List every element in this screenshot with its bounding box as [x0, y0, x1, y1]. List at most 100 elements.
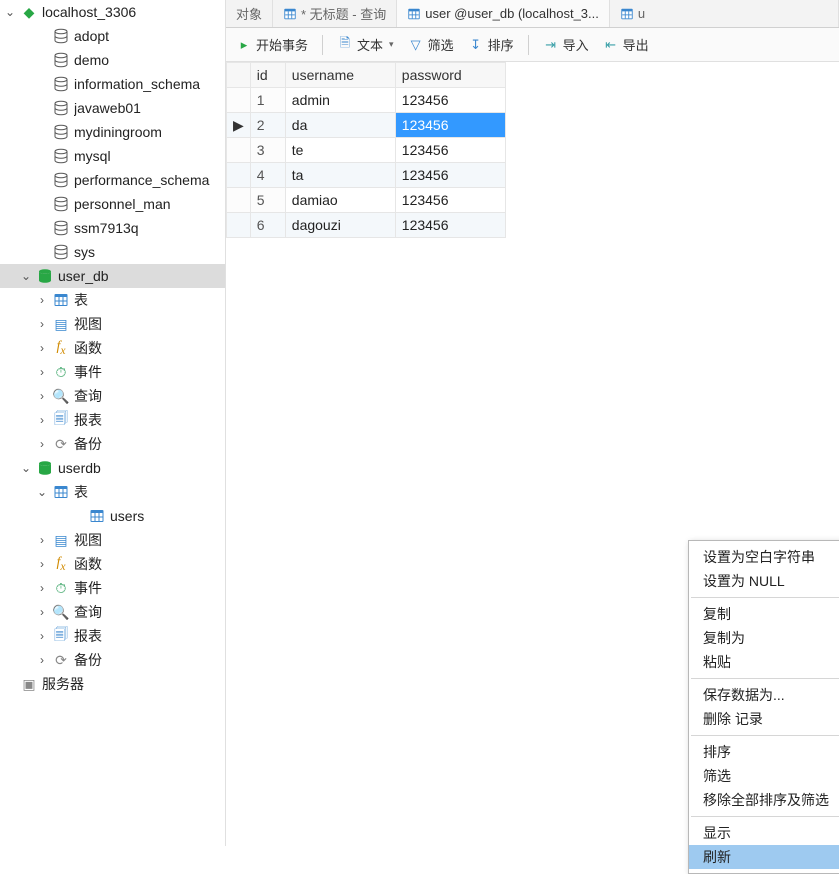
tables-node[interactable]: ⌄ 表 — [0, 480, 225, 504]
db-node[interactable]: › adopt — [0, 24, 225, 48]
db-label: adopt — [74, 28, 225, 44]
db-node-user_db[interactable]: ⌄ user_db — [0, 264, 225, 288]
chevron-right-icon: › — [36, 389, 48, 403]
begin-transaction-button[interactable]: ▸ 开始事务 — [236, 35, 308, 54]
tree-child[interactable]: › 🔍 查询 — [0, 384, 225, 408]
menu-item[interactable]: 移除全部排序及筛选 — [689, 788, 839, 812]
cell-password[interactable]: 123456 — [395, 88, 505, 113]
menu-item-label: 筛选 — [703, 766, 731, 786]
db-node-userdb[interactable]: ⌄ userdb — [0, 456, 225, 480]
db-node[interactable]: › sys — [0, 240, 225, 264]
servers-node[interactable]: › ▣ 服务器 — [0, 672, 225, 696]
menu-item[interactable]: 排序▶ — [689, 740, 839, 764]
cell-id[interactable]: 2 — [250, 113, 285, 138]
node-label: 视图 — [74, 314, 225, 334]
db-node[interactable]: › demo — [0, 48, 225, 72]
cell-username[interactable]: te — [285, 138, 395, 163]
node-label: 查询 — [74, 602, 225, 622]
chevron-right-icon: › — [36, 413, 48, 427]
database-icon — [52, 75, 70, 93]
chevron-right-icon: › — [36, 533, 48, 547]
menu-item[interactable]: 保存数据为... — [689, 683, 839, 707]
cell-id[interactable]: 6 — [250, 213, 285, 238]
db-label: sys — [74, 244, 225, 260]
menu-item[interactable]: 复制 — [689, 602, 839, 626]
menu-item[interactable]: 筛选▶ — [689, 764, 839, 788]
tree-child[interactable]: › ⟳ 备份 — [0, 432, 225, 456]
connection-node[interactable]: ⌄ ◆ localhost_3306 — [0, 0, 225, 24]
table-row[interactable]: 3 te 123456 — [227, 138, 506, 163]
col-password-header[interactable]: password — [395, 63, 505, 88]
db-node[interactable]: › performance_schema — [0, 168, 225, 192]
db-node[interactable]: › mysql — [0, 144, 225, 168]
context-menu[interactable]: 设置为空白字符串设置为 NULL 复制复制为▶粘贴保存数据为...删除 记录排序▶… — [688, 540, 839, 874]
cell-id[interactable]: 4 — [250, 163, 285, 188]
cell-username[interactable]: damiao — [285, 188, 395, 213]
cell-username[interactable]: da — [285, 113, 395, 138]
tree-child[interactable]: › fx 函数 — [0, 336, 225, 360]
tree-child[interactable]: › ▤ 视图 — [0, 528, 225, 552]
filter-button[interactable]: ▽ 筛选 — [408, 35, 454, 54]
tab-user-table[interactable]: user @user_db (localhost_3... — [397, 0, 610, 27]
menu-item[interactable]: 设置为空白字符串 — [689, 545, 839, 569]
chevron-down-icon: ⌄ — [20, 269, 32, 283]
db-node[interactable]: › ssm7913q — [0, 216, 225, 240]
tree-child[interactable]: › 🗐 报表 — [0, 624, 225, 648]
menu-item[interactable]: 粘贴 — [689, 650, 839, 674]
chevron-right-icon: › — [36, 557, 48, 571]
menu-item[interactable]: 复制为▶ — [689, 626, 839, 650]
cell-id[interactable]: 3 — [250, 138, 285, 163]
connection-label: localhost_3306 — [42, 4, 225, 20]
table-row[interactable]: 6 dagouzi 123456 — [227, 213, 506, 238]
table-row[interactable]: ▶ 2 da 123456 — [227, 113, 506, 138]
cell-password[interactable]: 123456 — [395, 113, 505, 138]
db-node[interactable]: › javaweb01 — [0, 96, 225, 120]
cell-password[interactable]: 123456 — [395, 138, 505, 163]
tab-query-untitled[interactable]: * 无标题 - 查询 — [273, 0, 397, 27]
text-dropdown[interactable]: 🗎 文本 — [337, 35, 394, 54]
table-row[interactable]: 5 damiao 123456 — [227, 188, 506, 213]
tab-label: 对象 — [236, 4, 262, 23]
tab-label: * 无标题 - 查询 — [301, 4, 386, 23]
export-button[interactable]: ⇤ 导出 — [603, 35, 649, 54]
menu-item[interactable]: 设置为 NULL — [689, 569, 839, 593]
cell-id[interactable]: 1 — [250, 88, 285, 113]
db-node[interactable]: › personnel_man — [0, 192, 225, 216]
table-group-icon — [52, 483, 70, 501]
cell-password[interactable]: 123456 — [395, 213, 505, 238]
tree-child[interactable]: › ⟳ 备份 — [0, 648, 225, 672]
menu-item-label: 设置为空白字符串 — [703, 547, 815, 567]
db-node[interactable]: › mydiningroom — [0, 120, 225, 144]
table-row[interactable]: 4 ta 123456 — [227, 163, 506, 188]
cell-username[interactable]: dagouzi — [285, 213, 395, 238]
data-grid[interactable]: id username password 1 admin 123456 ▶ 2 … — [226, 62, 506, 238]
menu-item[interactable]: 删除 记录 — [689, 707, 839, 731]
db-node[interactable]: › information_schema — [0, 72, 225, 96]
menu-item-label: 排序 — [703, 742, 731, 762]
tree-child[interactable]: › ▤ 视图 — [0, 312, 225, 336]
table-row[interactable]: 1 admin 123456 — [227, 88, 506, 113]
tree-child[interactable]: › 🔍 查询 — [0, 600, 225, 624]
cell-password[interactable]: 123456 — [395, 163, 505, 188]
menu-item[interactable]: 显示▶ — [689, 821, 839, 845]
menu-item[interactable]: 刷新 — [689, 845, 839, 869]
cell-password[interactable]: 123456 — [395, 188, 505, 213]
tab-objects[interactable]: 对象 — [226, 0, 273, 27]
col-id-header[interactable]: id — [250, 63, 285, 88]
cell-id[interactable]: 5 — [250, 188, 285, 213]
sort-button[interactable]: ↧ 排序 — [468, 35, 514, 54]
database-icon — [52, 195, 70, 213]
db-label: mysql — [74, 148, 225, 164]
btn-label: 筛选 — [428, 35, 454, 54]
tab-overflow[interactable]: u — [610, 0, 839, 27]
tree-child[interactable]: › fx 函数 — [0, 552, 225, 576]
col-username-header[interactable]: username — [285, 63, 395, 88]
table-item-users[interactable]: › users — [0, 504, 225, 528]
tree-child[interactable]: › ⏱ 事件 — [0, 360, 225, 384]
tree-child[interactable]: › 🗐 报表 — [0, 408, 225, 432]
cell-username[interactable]: ta — [285, 163, 395, 188]
cell-username[interactable]: admin — [285, 88, 395, 113]
import-button[interactable]: ⇥ 导入 — [543, 35, 589, 54]
tree-child[interactable]: › ⏱ 事件 — [0, 576, 225, 600]
tree-child[interactable]: › 表 — [0, 288, 225, 312]
